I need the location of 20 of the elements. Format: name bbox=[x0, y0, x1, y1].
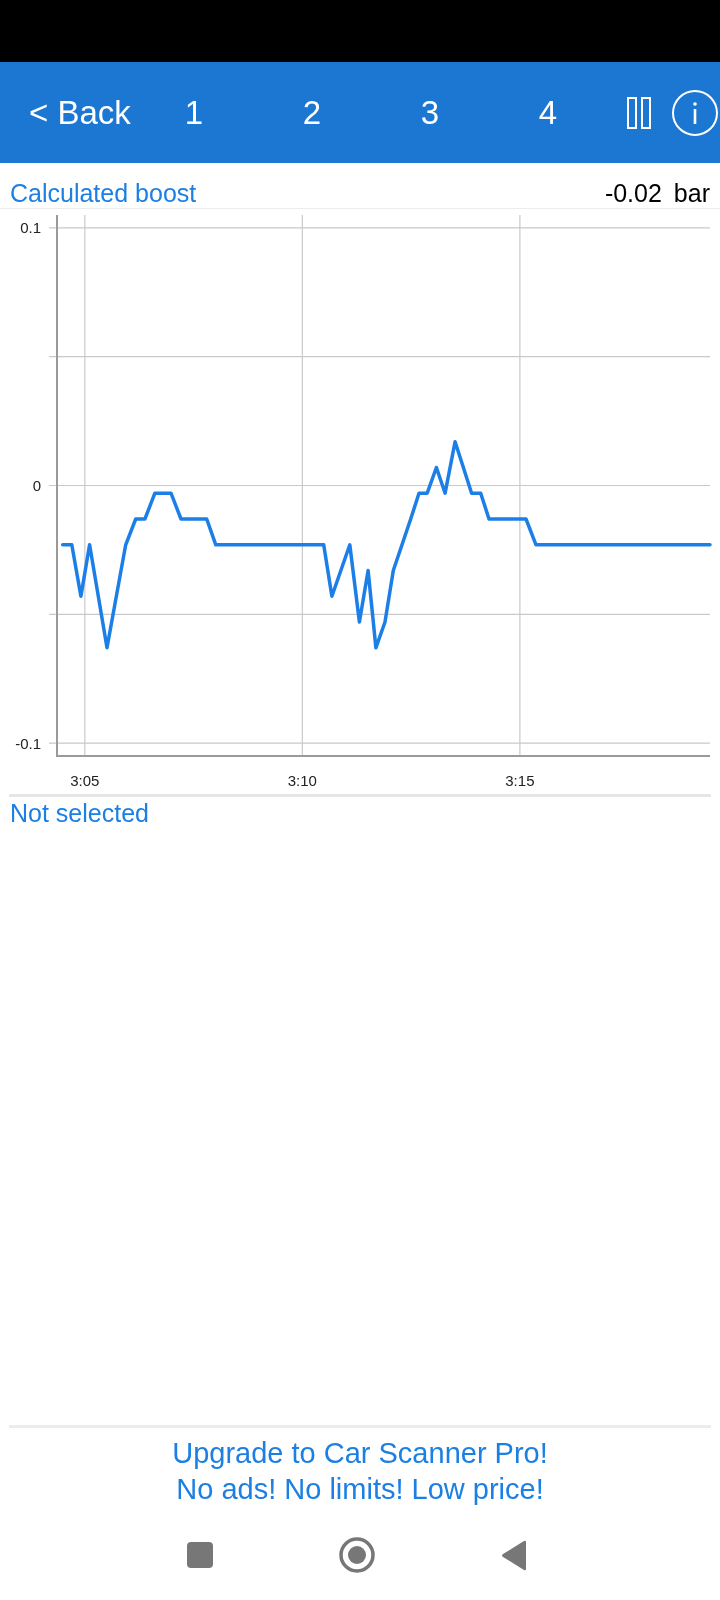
home-icon[interactable] bbox=[339, 1537, 375, 1573]
page-tab[interactable]: 1 bbox=[184, 92, 204, 133]
chart-title: Calculated boost bbox=[10, 178, 197, 208]
page-tab[interactable]: 2 bbox=[302, 92, 322, 133]
upgrade-banner[interactable]: Upgrade to Car Scanner Pro! No ads! No limits! Low price! bbox=[172, 1435, 548, 1507]
sensor-slot-label[interactable]: Not selected bbox=[10, 798, 149, 828]
info-icon[interactable] bbox=[672, 89, 718, 136]
pause-icon[interactable] bbox=[627, 96, 651, 129]
boost-reading: -0.02 bbox=[604, 178, 662, 208]
y-tick-label: 0 bbox=[32, 477, 41, 494]
y-tick-label: -0.1 bbox=[15, 734, 41, 752]
unit-label: bar bbox=[673, 178, 710, 208]
y-tick-label: 0.1 bbox=[20, 219, 41, 237]
x-tick-label: 3:15 bbox=[505, 771, 535, 789]
back-triangle-icon[interactable] bbox=[500, 1539, 528, 1571]
x-tick-label: 3:10 bbox=[287, 771, 317, 789]
x-tick-label: 3:05 bbox=[70, 771, 100, 789]
page-tab[interactable]: 4 bbox=[538, 92, 558, 133]
page-tab[interactable]: 3 bbox=[420, 92, 440, 133]
back-button[interactable]: < Back bbox=[29, 92, 131, 133]
